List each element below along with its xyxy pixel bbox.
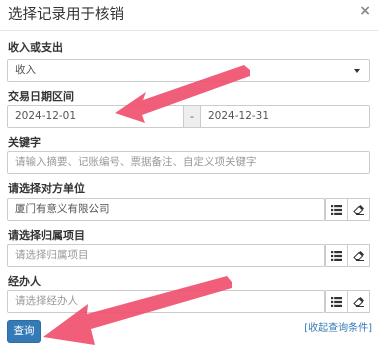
- handler-input[interactable]: 请选择经办人: [7, 290, 325, 313]
- eraser-icon[interactable]: [347, 198, 370, 221]
- date-range-label: 交易日期区间: [8, 90, 74, 103]
- collapse-conditions-link[interactable]: [收起查询条件]: [304, 322, 372, 336]
- dialog-header: 选择记录用于核销 ×: [0, 0, 378, 31]
- chevron-down-icon: [354, 69, 360, 73]
- keyword-label: 关键字: [8, 136, 41, 149]
- keyword-input[interactable]: 请输入摘要、记账编号、票据备注、自定义项关键字: [7, 151, 370, 174]
- close-icon[interactable]: ×: [359, 3, 371, 19]
- date-range-separator: -: [183, 105, 201, 128]
- direction-selected-value: 收入: [15, 64, 36, 76]
- list-icon[interactable]: [325, 198, 348, 221]
- project-input[interactable]: 请选择归属项目: [7, 244, 325, 267]
- end-date-input[interactable]: 2024-12-31: [200, 105, 370, 128]
- direction-label: 收入或支出: [8, 41, 63, 54]
- eraser-icon[interactable]: [347, 290, 370, 313]
- handler-label: 经办人: [8, 275, 41, 288]
- project-label: 请选择归属项目: [8, 229, 85, 242]
- eraser-icon[interactable]: [347, 244, 370, 267]
- direction-select[interactable]: 收入: [7, 59, 370, 82]
- query-button[interactable]: 查询: [7, 320, 41, 343]
- list-icon[interactable]: [325, 290, 348, 313]
- start-date-input[interactable]: 2024-12-01: [7, 105, 184, 128]
- counterparty-label: 请选择对方单位: [8, 182, 85, 195]
- dialog-title: 选择记录用于核销: [8, 7, 124, 23]
- select-records-dialog: 选择记录用于核销 × 收入或支出 收入 交易日期区间 2024-12-01 - …: [0, 0, 378, 353]
- list-icon[interactable]: [325, 244, 348, 267]
- counterparty-input[interactable]: 厦门有意义有限公司: [7, 198, 325, 221]
